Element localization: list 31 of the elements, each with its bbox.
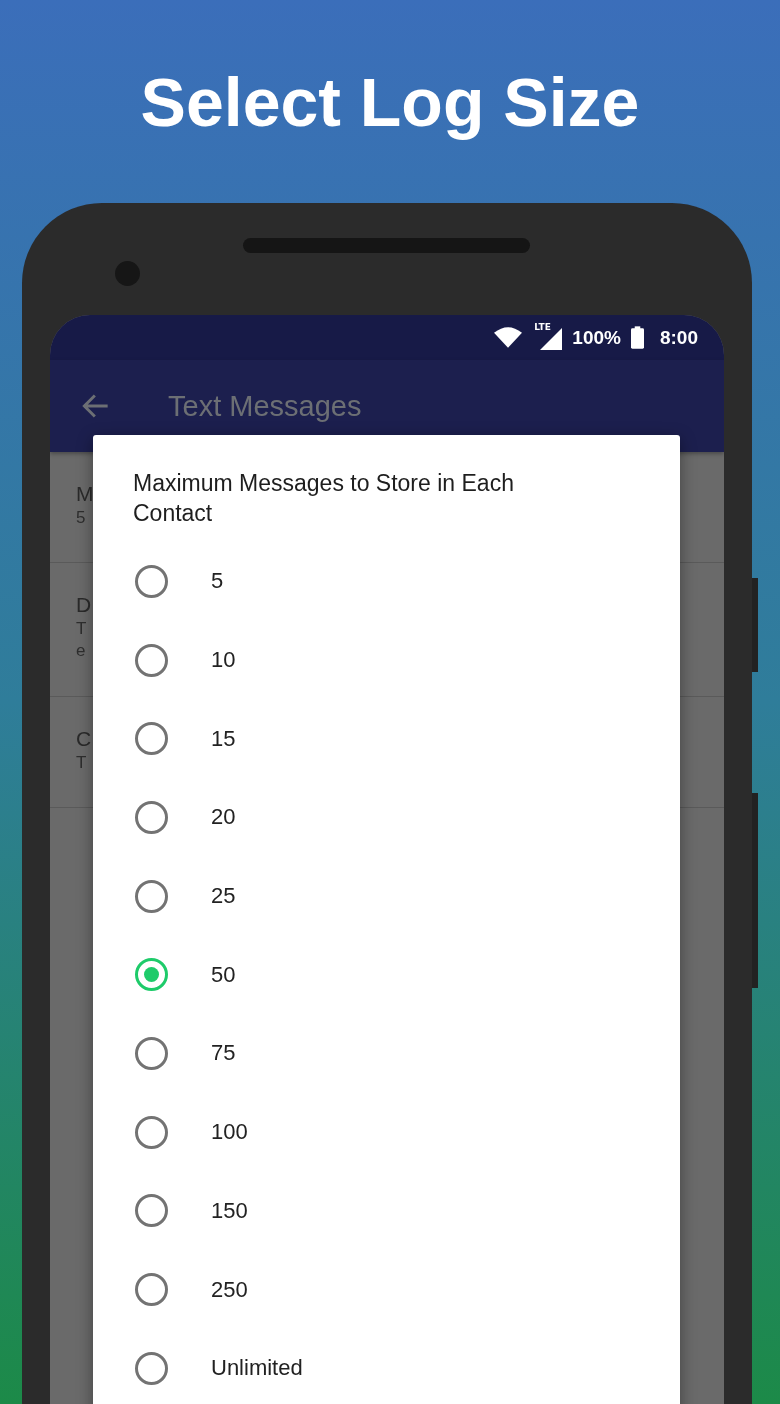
radio-option[interactable]: 10 [93, 620, 680, 700]
radio-button[interactable] [135, 1194, 168, 1228]
radio-button[interactable] [135, 1273, 168, 1307]
radio-button[interactable] [135, 1036, 168, 1070]
radio-option[interactable]: 15 [93, 699, 680, 779]
radio-option[interactable]: 150 [93, 1171, 680, 1251]
radio-option[interactable]: 75 [93, 1014, 680, 1093]
clock: 8:00 [659, 326, 698, 349]
back-arrow-icon[interactable] [82, 392, 110, 420]
dialog-title: Maximum Messages to Store in Each Contact [132, 469, 515, 528]
radio-option[interactable]: 100 [93, 1092, 680, 1172]
network-label: LTE [534, 321, 551, 332]
radio-button[interactable] [135, 800, 168, 834]
radio-button[interactable] [135, 879, 168, 913]
app-bar-title: Text Messages [168, 389, 362, 423]
radio-button[interactable] [135, 958, 168, 992]
radio-option[interactable]: 5 [93, 542, 680, 621]
headline: Select Log Size [140, 62, 640, 141]
radio-button[interactable] [135, 1115, 168, 1149]
radio-button[interactable] [135, 1351, 168, 1385]
radio-button[interactable] [135, 722, 168, 756]
radio-option[interactable]: 20 [93, 778, 680, 857]
battery-icon [630, 326, 644, 349]
radio-option[interactable]: 250 [93, 1250, 680, 1329]
battery-percent: 100% [572, 326, 621, 349]
radio-option[interactable]: Unlimited [93, 1328, 680, 1404]
radio-option[interactable]: 25 [93, 856, 680, 936]
radio-button[interactable] [135, 564, 168, 598]
radio-button[interactable] [135, 643, 168, 677]
radio-option[interactable]: 50 [93, 935, 680, 1015]
wifi-icon [494, 327, 523, 348]
